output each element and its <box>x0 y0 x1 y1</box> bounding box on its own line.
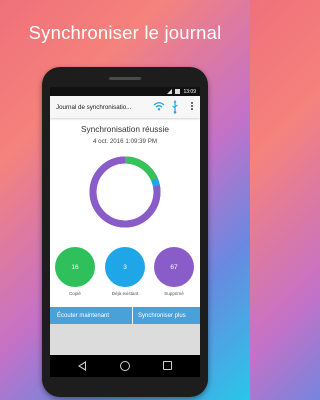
stat-copied-label: Copié <box>68 291 81 296</box>
empty-area <box>50 324 200 355</box>
signal-icon <box>167 89 173 94</box>
stat-existing: 3 Déjà existant <box>105 247 145 296</box>
listen-now-button[interactable]: Écouter maintenant <box>50 313 132 319</box>
status-time: 13:09 <box>183 88 196 95</box>
stat-copied-value: 16 <box>71 263 79 271</box>
stat-copied-circle: 16 <box>55 247 95 287</box>
action-bar: Écouter maintenant Synchroniser plus <box>50 307 200 324</box>
sync-more-button[interactable]: Synchroniser plus <box>138 313 186 319</box>
stat-existing-circle: 3 <box>105 247 145 287</box>
stat-deleted-value: 67 <box>170 263 178 271</box>
overflow-menu-icon[interactable] <box>191 102 194 112</box>
sync-timestamp: 4 oct. 2016 1:09:39 PM <box>93 138 157 145</box>
back-icon[interactable] <box>78 361 86 371</box>
action-divider <box>132 307 133 324</box>
phone-frame: 13:09 Journal de synchronisatio... Synch… <box>42 67 208 397</box>
speaker-grille <box>109 77 141 80</box>
recent-apps-icon[interactable] <box>163 361 172 370</box>
donut-segment-0 <box>124 156 158 182</box>
donut-segment-1 <box>151 178 160 187</box>
app-title: Journal de synchronisatio... <box>56 103 132 111</box>
app-bar: Journal de synchronisatio... <box>50 96 200 118</box>
home-icon[interactable] <box>120 361 130 371</box>
usb-icon[interactable] <box>171 100 179 114</box>
stat-deleted-circle: 67 <box>154 247 194 287</box>
battery-icon <box>175 89 181 94</box>
phone-screen: 13:09 Journal de synchronisatio... Synch… <box>50 87 200 377</box>
nav-bar <box>50 355 200 377</box>
stat-existing-label: Déjà existant <box>111 291 139 296</box>
stat-deleted-label: Supprimé <box>164 291 184 296</box>
stat-copied: 16 Copié <box>55 247 95 296</box>
wifi-icon[interactable] <box>153 101 165 111</box>
sync-status-title: Synchronisation réussie <box>80 124 170 134</box>
promo-title: Synchroniser le journal <box>28 22 222 43</box>
status-bar: 13:09 <box>50 87 200 96</box>
stat-existing-value: 3 <box>123 263 127 271</box>
stat-deleted: 67 Supprimé <box>154 247 194 296</box>
sync-donut-chart <box>89 156 161 228</box>
